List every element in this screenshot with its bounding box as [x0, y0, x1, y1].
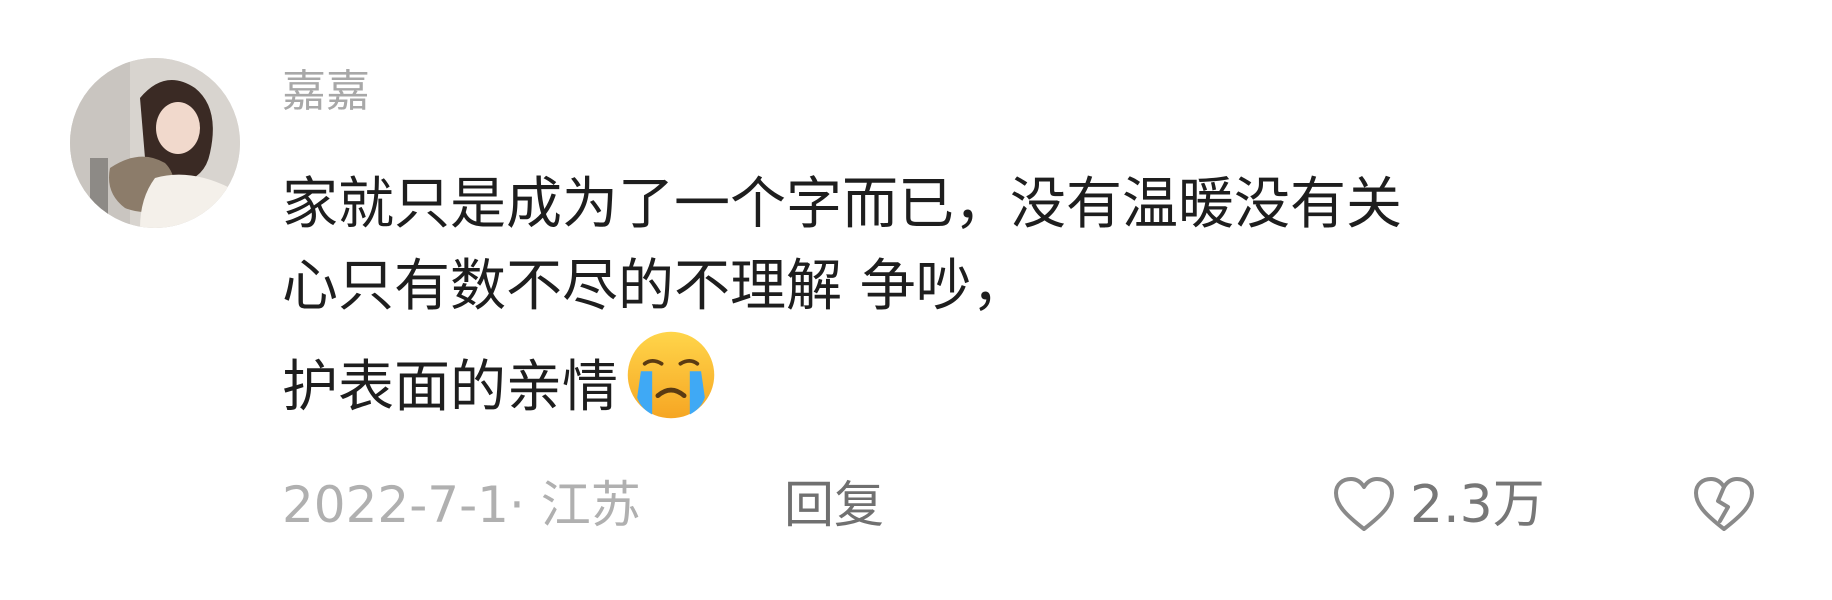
like-button[interactable]: 2.3万 [1332, 470, 1545, 540]
comment-line: 家就只是成为了一个字而已，没有温暖没有关 [282, 172, 1402, 237]
reply-button[interactable]: 回复 [784, 470, 884, 540]
date-location: 2022-7-1· 江苏 [282, 476, 641, 534]
avatar-photo [70, 58, 240, 228]
broken-heart-outline-icon[interactable] [1692, 475, 1756, 535]
like-count: 2.3万 [1410, 475, 1545, 535]
comment-line: 护表面的亲情 [282, 328, 1702, 420]
avatar[interactable] [70, 58, 240, 228]
username[interactable]: 嘉嘉 [282, 62, 370, 122]
comment-line: 心只有数不尽的不理解 争吵， [282, 254, 1028, 319]
crying-face-icon [627, 331, 715, 419]
comment-meta: 2022-7-1· 江苏 回复 2.3万 [282, 470, 1762, 540]
comment-text: 家就只是成为了一个字而已，没有温暖没有关 心只有数不尽的不理解 争吵， 护表面的… [282, 164, 1702, 420]
heart-outline-icon [1334, 477, 1394, 531]
comment-line-text: 护表面的亲情 [282, 355, 618, 420]
